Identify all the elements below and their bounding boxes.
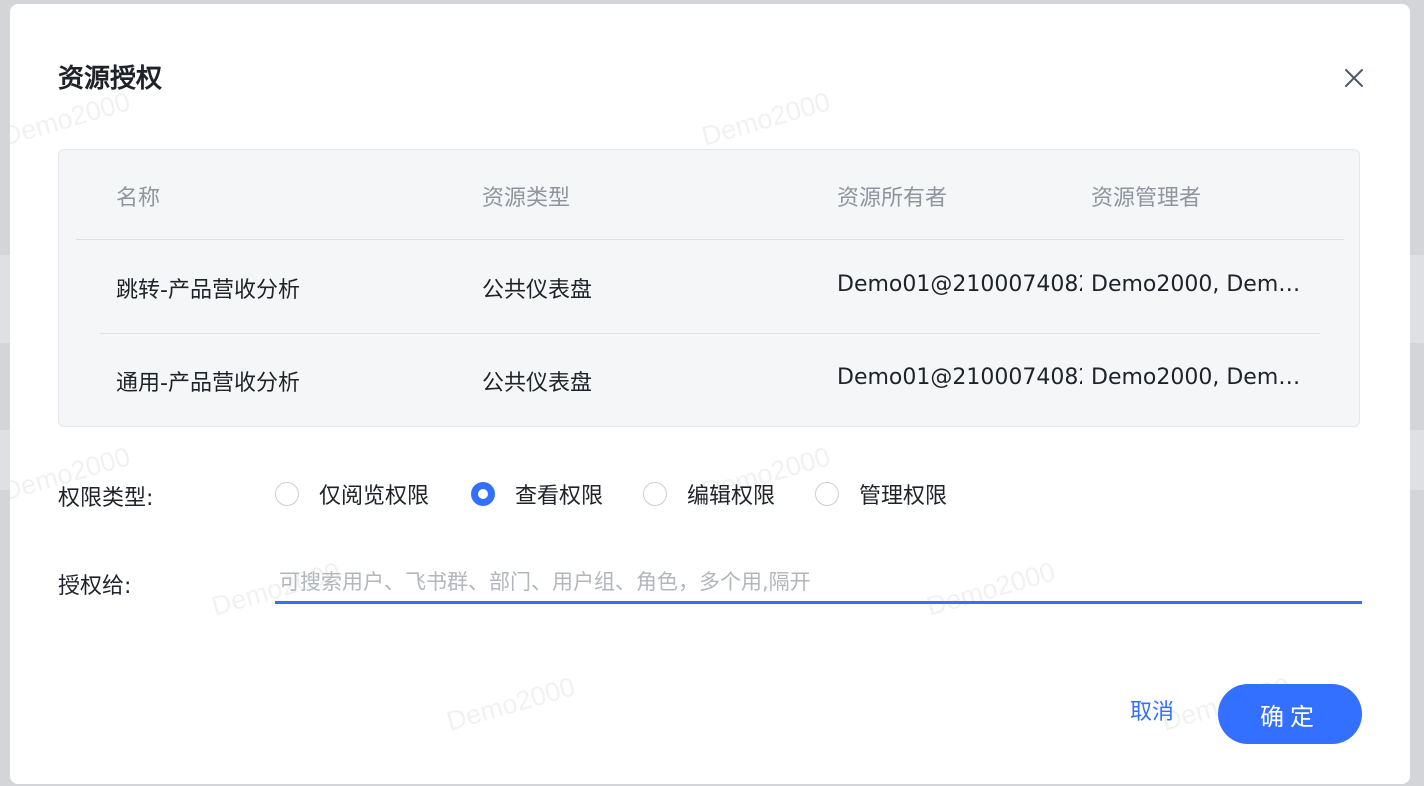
header-divider: [76, 239, 1344, 240]
watermark: Demo2000: [698, 86, 834, 152]
column-header-owner: 资源所有者: [837, 186, 948, 211]
close-icon: [1345, 69, 1363, 87]
resource-table: 名称 资源类型 资源所有者 资源管理者 跳转-产品营收分析 公共仪表盘 Demo…: [58, 149, 1360, 427]
cell-owner: Demo01@2100074082: [837, 365, 1082, 390]
column-header-type: 资源类型: [482, 186, 571, 211]
radio-label: 查看权限: [515, 484, 604, 509]
cell-type: 公共仪表盘: [482, 278, 593, 303]
radio-edit[interactable]: 编辑权限: [643, 478, 775, 510]
cell-type: 公共仪表盘: [482, 371, 593, 396]
radio-circle[interactable]: [815, 482, 839, 506]
radio-label: 仅阅览权限: [319, 484, 430, 509]
watermark: Demo2000: [10, 86, 134, 152]
grant-to-input[interactable]: [275, 562, 1362, 604]
row-divider: [100, 333, 1320, 334]
permission-type-label: 权限类型:: [58, 486, 154, 511]
dialog-title: 资源授权: [58, 64, 163, 94]
cell-manager: Demo2000, Dem…: [1091, 365, 1299, 390]
cell-manager: Demo2000, Dem…: [1091, 272, 1299, 297]
radio-manage[interactable]: 管理权限: [815, 478, 947, 510]
grant-to-label: 授权给:: [58, 574, 132, 599]
radio-circle-checked[interactable]: [471, 482, 495, 506]
radio-label: 编辑权限: [687, 484, 776, 509]
column-header-name: 名称: [116, 186, 161, 211]
radio-view-only[interactable]: 仅阅览权限: [275, 478, 429, 510]
close-button[interactable]: [1338, 62, 1370, 94]
cell-owner: Demo01@2100074082: [837, 272, 1082, 297]
resource-authorization-dialog: Demo2000 Demo2000 Demo2000 Demo2000 Demo…: [10, 4, 1410, 784]
column-header-manager: 资源管理者: [1091, 186, 1202, 211]
cell-name: 通用-产品营收分析: [116, 371, 300, 396]
watermark: Demo2000: [443, 671, 579, 737]
cell-name: 跳转-产品营收分析: [116, 278, 300, 303]
radio-view[interactable]: 查看权限: [471, 478, 603, 510]
radio-circle[interactable]: [643, 482, 667, 506]
cancel-button[interactable]: 取消: [1130, 694, 1174, 726]
radio-circle[interactable]: [275, 482, 299, 506]
confirm-button[interactable]: 确定: [1218, 684, 1362, 744]
radio-label: 管理权限: [859, 484, 948, 509]
